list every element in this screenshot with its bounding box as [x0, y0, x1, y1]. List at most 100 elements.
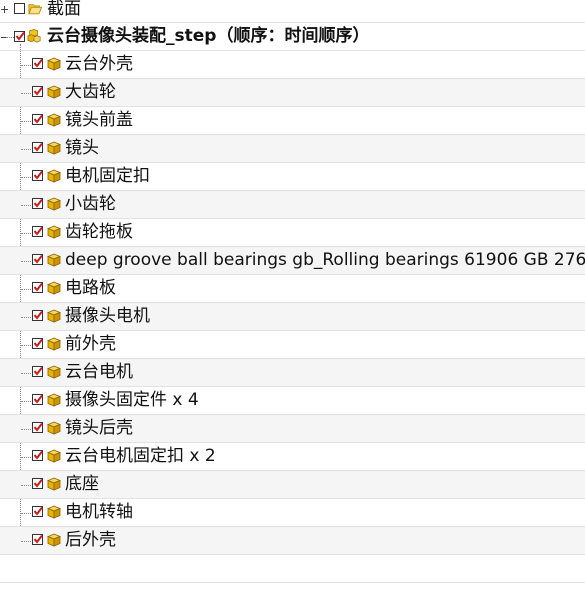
check-mark-icon	[33, 394, 43, 404]
part-icon	[47, 449, 61, 463]
visibility-checkbox[interactable]	[32, 506, 43, 517]
tree-item-part[interactable]: 电路板	[0, 275, 585, 303]
check-mark-icon	[33, 86, 43, 96]
tree-item-part[interactable]: 镜头后壳	[0, 415, 585, 443]
visibility-checkbox[interactable]	[32, 422, 43, 433]
tree-item-part[interactable]: 小齿轮	[0, 191, 585, 219]
tree-item-part[interactable]: 镜头前盖	[0, 107, 585, 135]
tree-item-section[interactable]: 截面	[0, 0, 585, 23]
tree-guide-branch	[21, 457, 31, 458]
tree-guide-branch	[21, 233, 31, 234]
expand-plus-icon[interactable]	[1, 6, 8, 13]
folder-open-icon	[28, 4, 42, 15]
tree-item-part[interactable]: 齿轮拖板	[0, 219, 585, 247]
empty-row	[0, 555, 585, 583]
assembly-icon	[27, 29, 41, 43]
tree-item-part[interactable]: 云台外壳	[0, 51, 585, 79]
check-mark-icon	[33, 198, 43, 208]
check-mark-icon	[33, 478, 43, 488]
check-mark-icon	[33, 170, 43, 180]
tree-guide-branch	[21, 65, 31, 66]
part-icon	[47, 85, 61, 99]
visibility-checkbox[interactable]	[14, 31, 25, 42]
tree-item-part[interactable]: 电机固定扣	[0, 163, 585, 191]
visibility-checkbox[interactable]	[32, 226, 43, 237]
tree-item-part[interactable]: 电机转轴	[0, 499, 585, 527]
tree-item-label: 电机固定扣	[65, 166, 150, 186]
visibility-checkbox[interactable]	[32, 198, 43, 209]
check-mark-icon	[33, 114, 43, 124]
part-icon	[47, 169, 61, 183]
tree-item-part[interactable]: 摄像头固定件 x 4	[0, 387, 585, 415]
visibility-checkbox[interactable]	[32, 534, 43, 545]
feature-tree: 截面 云台摄像头装配_step（顺序：时间顺序） 云台外壳大齿轮镜头前盖镜头电机…	[0, 0, 585, 600]
part-icon	[47, 505, 61, 519]
visibility-checkbox[interactable]	[32, 366, 43, 377]
visibility-checkbox[interactable]	[32, 142, 43, 153]
tree-item-label: 镜头	[65, 138, 99, 158]
tree-guide-branch	[21, 401, 31, 402]
tree-guide-branch	[21, 345, 31, 346]
tree-item-label: 截面	[47, 0, 81, 19]
visibility-checkbox[interactable]	[32, 282, 43, 293]
part-icon	[47, 533, 61, 547]
tree-item-label: 云台电机固定扣 x 2	[65, 446, 216, 466]
part-icon	[47, 281, 61, 295]
tree-item-label: 底座	[65, 474, 99, 494]
empty-row	[0, 583, 585, 600]
tree-item-part[interactable]: 镜头	[0, 135, 585, 163]
part-icon	[47, 421, 61, 435]
visibility-checkbox[interactable]	[32, 254, 43, 265]
tree-guide-branch	[21, 429, 31, 430]
tree-item-label: 镜头前盖	[65, 110, 133, 130]
visibility-checkbox[interactable]	[14, 3, 25, 14]
tree-guide-branch	[21, 93, 31, 94]
part-icon	[47, 57, 61, 71]
tree-item-part[interactable]: 云台电机	[0, 359, 585, 387]
check-mark-icon	[33, 422, 43, 432]
part-icon	[47, 365, 61, 379]
tree-item-label: 前外壳	[65, 334, 116, 354]
check-mark-icon	[33, 534, 43, 544]
visibility-checkbox[interactable]	[32, 310, 43, 321]
tree-guide-branch	[21, 149, 31, 150]
check-mark-icon	[33, 226, 43, 236]
tree-item-part[interactable]: deep groove ball bearings gb_Rolling bea…	[0, 247, 585, 275]
tree-guide-branch	[21, 373, 31, 374]
tree-item-part[interactable]: 云台电机固定扣 x 2	[0, 443, 585, 471]
tree-item-label: 云台外壳	[65, 54, 133, 74]
tree-item-part[interactable]: 前外壳	[0, 331, 585, 359]
tree-item-part[interactable]: 大齿轮	[0, 79, 585, 107]
tree-item-part[interactable]: 摄像头电机	[0, 303, 585, 331]
check-mark-icon	[33, 282, 43, 292]
tree-item-label: 大齿轮	[65, 82, 116, 102]
visibility-checkbox[interactable]	[32, 114, 43, 125]
tree-item-part[interactable]: 后外壳	[0, 527, 585, 555]
visibility-checkbox[interactable]	[32, 394, 43, 405]
visibility-checkbox[interactable]	[32, 478, 43, 489]
visibility-checkbox[interactable]	[32, 170, 43, 181]
visibility-checkbox[interactable]	[32, 338, 43, 349]
tree-item-label: 电机转轴	[65, 502, 133, 522]
tree-item-label: 镜头后壳	[65, 418, 133, 438]
part-icon	[47, 225, 61, 239]
tree-item-label: 齿轮拖板	[65, 222, 133, 242]
tree-item-part[interactable]: 底座	[0, 471, 585, 499]
check-mark-icon	[33, 254, 43, 264]
visibility-checkbox[interactable]	[32, 58, 43, 69]
check-mark-icon	[33, 366, 43, 376]
tree-guide-branch	[21, 121, 31, 122]
visibility-checkbox[interactable]	[32, 450, 43, 461]
tree-guide-branch	[21, 261, 31, 262]
check-mark-icon	[33, 142, 43, 152]
part-icon	[47, 309, 61, 323]
tree-guide-branch	[21, 541, 31, 542]
tree-item-label: 小齿轮	[65, 194, 116, 214]
part-icon	[47, 477, 61, 491]
visibility-checkbox[interactable]	[32, 86, 43, 97]
part-icon	[47, 141, 61, 155]
tree-item-label: 摄像头电机	[65, 306, 150, 326]
check-mark-icon	[33, 338, 43, 348]
tree-item-assembly[interactable]: 云台摄像头装配_step（顺序：时间顺序）	[0, 23, 585, 51]
tree-item-label: 后外壳	[65, 530, 116, 550]
